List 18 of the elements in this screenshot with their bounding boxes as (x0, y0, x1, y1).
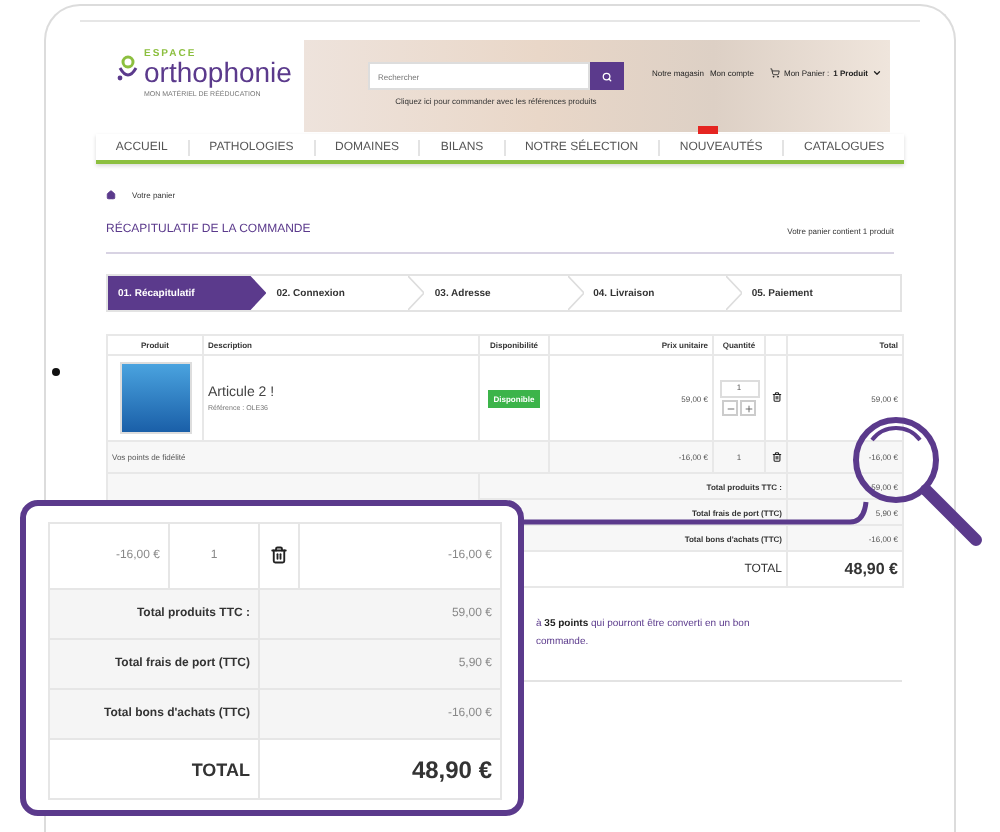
product-photo-placeholder (119, 362, 191, 434)
trash-icon[interactable] (270, 545, 288, 563)
search-button[interactable] (589, 62, 624, 90)
magnifying-glass-icon (850, 416, 986, 552)
minus-icon (725, 403, 735, 413)
total-label: TOTAL (49, 739, 259, 799)
plus-icon (743, 403, 753, 413)
trash-icon[interactable] (771, 392, 781, 402)
logo-name: orthophonie (144, 60, 292, 86)
caret-icon (872, 67, 883, 77)
total-value: 48,90 € (787, 551, 903, 587)
cart-icon (769, 67, 780, 77)
home-icon[interactable] (106, 189, 116, 199)
trash-icon[interactable] (771, 451, 781, 461)
logo-icon (116, 54, 140, 86)
total-value: 48,90 € (259, 739, 501, 799)
search-icon (601, 71, 612, 81)
camera-dot (52, 368, 60, 376)
